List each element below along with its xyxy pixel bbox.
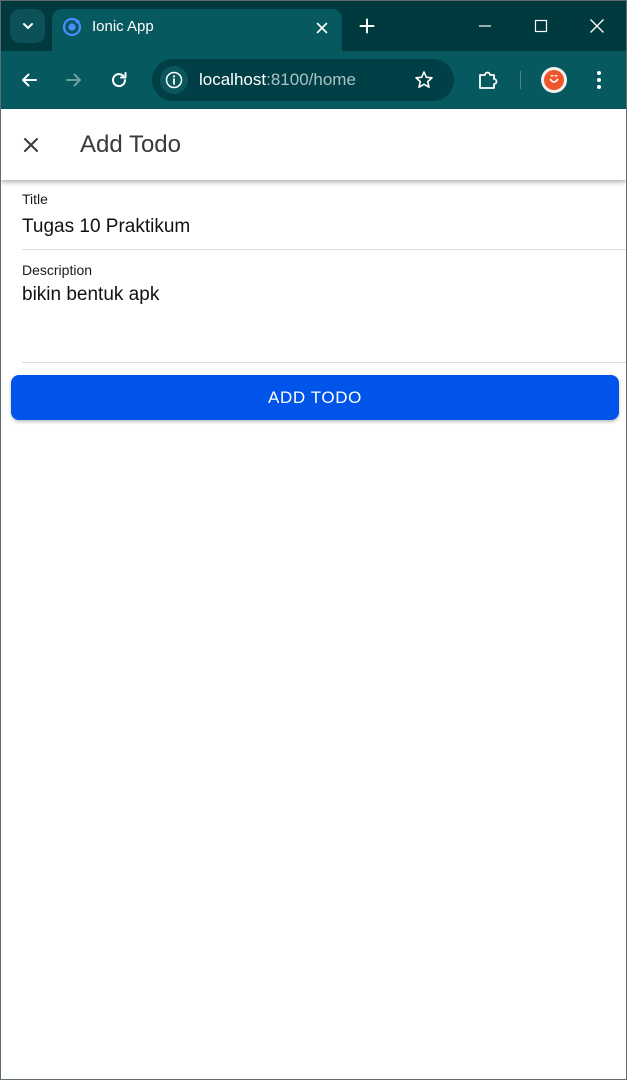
close-modal-button[interactable] — [15, 129, 47, 161]
maximize-icon — [534, 19, 548, 33]
close-icon — [316, 22, 328, 34]
plus-icon — [359, 18, 375, 34]
app-header: Add Todo — [1, 109, 626, 180]
arrow-right-icon — [66, 73, 81, 87]
star-icon — [415, 71, 433, 88]
description-label: Description — [22, 262, 93, 278]
forward-button[interactable] — [58, 64, 90, 96]
chevron-down-icon — [22, 23, 33, 29]
tab-search-button[interactable] — [10, 9, 45, 43]
bookmark-button[interactable] — [412, 68, 436, 92]
toolbar-separator — [520, 71, 521, 89]
more-vertical-icon — [597, 71, 601, 89]
tab-title: Ionic App — [92, 18, 154, 35]
browser-window: Ionic App localhost:8100/home Add Todo T… — [0, 0, 627, 1080]
maximize-button[interactable] — [513, 1, 569, 51]
description-textarea[interactable]: bikin bentuk apk — [22, 284, 159, 306]
arrow-left-icon — [22, 73, 37, 87]
ionic-logo-icon — [62, 17, 82, 37]
reload-icon — [112, 72, 127, 88]
title-field[interactable]: Title Tugas 10 Praktikum — [22, 180, 626, 250]
info-icon — [165, 71, 183, 89]
smile-icon — [549, 74, 559, 83]
profile-avatar-face — [544, 70, 564, 90]
close-window-button[interactable] — [569, 1, 625, 51]
url-host: localhost — [199, 70, 267, 89]
browser-toolbar: localhost:8100/home — [1, 51, 626, 109]
minimize-button[interactable] — [457, 1, 513, 51]
puzzle-icon — [479, 71, 498, 89]
close-icon — [24, 138, 38, 152]
browser-menu-button[interactable] — [583, 64, 615, 96]
title-input[interactable]: Tugas 10 Praktikum — [22, 216, 190, 238]
page-title: Add Todo — [80, 131, 181, 158]
minimize-icon — [479, 25, 491, 27]
add-todo-button[interactable]: ADD TODO — [11, 375, 619, 420]
tab-close-button[interactable] — [311, 17, 333, 39]
tab-strip: Ionic App — [1, 1, 626, 51]
address-bar[interactable]: localhost:8100/home — [152, 59, 454, 101]
address-url[interactable]: localhost:8100/home — [199, 70, 356, 90]
description-field[interactable]: Description bikin bentuk apk — [22, 250, 626, 363]
reload-button[interactable] — [103, 64, 135, 96]
back-button[interactable] — [13, 64, 45, 96]
title-label: Title — [22, 191, 48, 207]
new-tab-button[interactable] — [354, 13, 380, 39]
browser-tab[interactable]: Ionic App — [52, 9, 342, 51]
url-path: :8100/home — [266, 70, 356, 89]
avatar[interactable] — [541, 67, 567, 93]
extensions-button[interactable] — [472, 64, 504, 96]
site-info-button[interactable] — [160, 66, 188, 94]
close-icon — [590, 19, 604, 33]
